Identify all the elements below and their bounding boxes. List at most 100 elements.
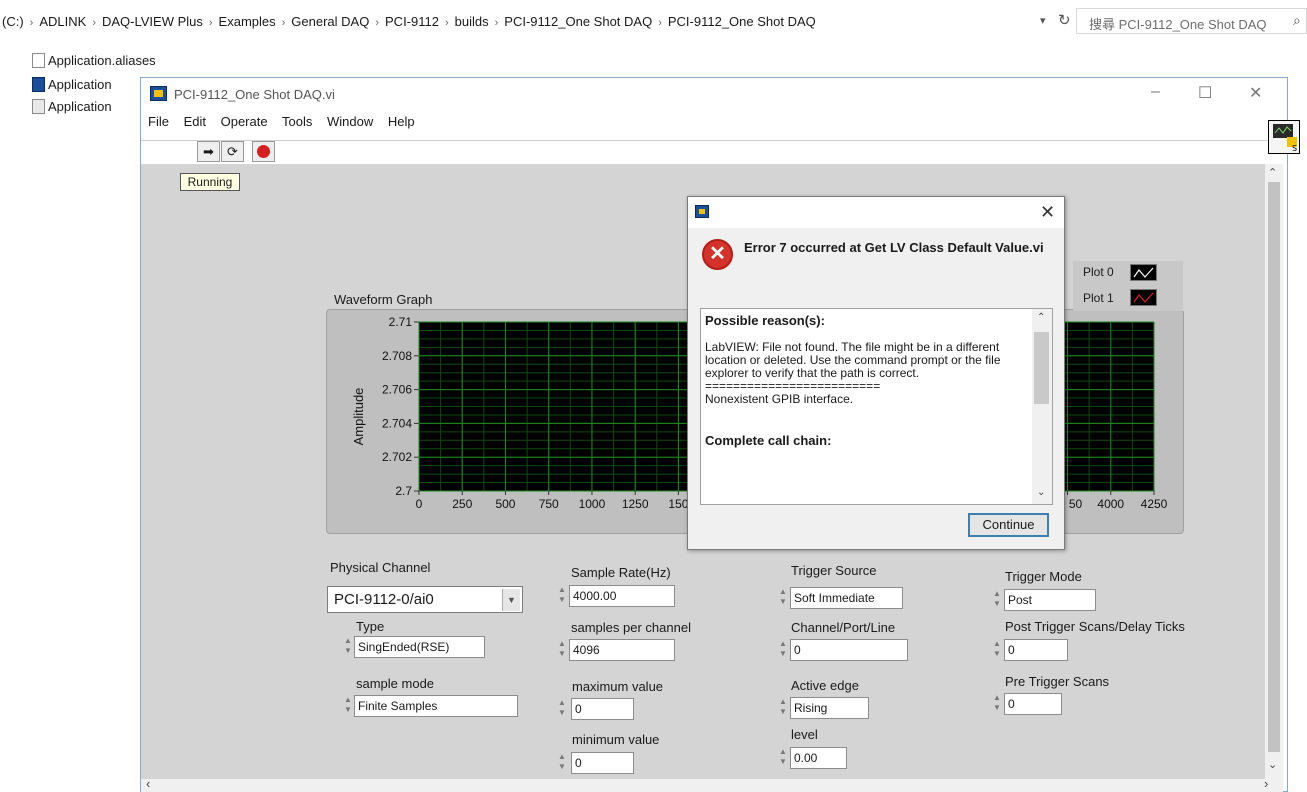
samples-per-channel-input[interactable]: 4096 bbox=[569, 639, 675, 661]
level-input[interactable]: 0.00 bbox=[790, 747, 847, 769]
breadcrumb-item[interactable]: PCI-9112_One Shot DAQ bbox=[668, 14, 816, 29]
scroll-down-icon[interactable]: ⌄ bbox=[1268, 758, 1277, 771]
y-axis-label: Amplitude bbox=[351, 388, 366, 446]
chevron-right-icon: › bbox=[92, 17, 96, 29]
y-tick-label: 2.706 bbox=[382, 383, 412, 397]
scroll-left-icon[interactable]: ‹ bbox=[146, 776, 150, 791]
scrollbar-thumb[interactable] bbox=[1034, 332, 1049, 404]
menu-window[interactable]: Window bbox=[327, 114, 373, 129]
maximize-icon[interactable]: ☐ bbox=[1198, 83, 1212, 103]
maximum-value-label: maximum value bbox=[572, 679, 664, 694]
search-icon[interactable]: ⌕ bbox=[1293, 12, 1301, 29]
pre-trigger-input[interactable]: 0 bbox=[1004, 693, 1062, 715]
chevron-right-icon: › bbox=[494, 17, 499, 29]
error-icon: ✕ bbox=[702, 239, 733, 270]
abort-icon[interactable] bbox=[252, 141, 275, 162]
breadcrumb-item[interactable]: DAQ-LVIEW Plus bbox=[102, 14, 203, 29]
channel-port-line-stepper-icon[interactable]: ▲ ▼ bbox=[778, 639, 788, 661]
close-icon[interactable]: ✕ bbox=[1249, 83, 1262, 103]
legend-label-plot1: Plot 1 bbox=[1083, 291, 1114, 305]
post-trigger-input[interactable]: 0 bbox=[1004, 639, 1068, 661]
call-chain-heading: Complete call chain: bbox=[705, 433, 832, 448]
scroll-up-icon[interactable]: ⌃ bbox=[1037, 312, 1045, 323]
file-item[interactable]: Application bbox=[32, 99, 112, 114]
labview-vi-icon bbox=[695, 205, 709, 218]
type-stepper-icon[interactable]: ▲ ▼ bbox=[343, 636, 353, 658]
horizontal-scrollbar[interactable] bbox=[141, 779, 1283, 792]
y-tick-label: 2.704 bbox=[382, 416, 412, 430]
scroll-down-icon[interactable]: ⌄ bbox=[1037, 487, 1045, 498]
scrollbar-thumb[interactable] bbox=[1268, 182, 1280, 752]
minimum-value-stepper-icon[interactable]: ▲ ▼ bbox=[557, 752, 567, 774]
chevron-down-icon[interactable]: ▼ bbox=[502, 589, 520, 611]
samples-per-channel-stepper-icon[interactable]: ▲ ▼ bbox=[557, 639, 567, 661]
channel-port-line-input[interactable]: 0 bbox=[790, 639, 908, 661]
reason-content: Possible reason(s): LabVIEW: File not fo… bbox=[705, 314, 1033, 447]
breadcrumb-item[interactable]: (C:) bbox=[2, 14, 24, 29]
toolbar-divider bbox=[141, 140, 1269, 141]
sample-rate-input[interactable]: 4000.00 bbox=[569, 585, 675, 607]
file-item[interactable]: Application.aliases bbox=[32, 53, 156, 68]
chevron-down-icon[interactable]: ▾ bbox=[1040, 14, 1046, 27]
legend-label-plot0: Plot 0 bbox=[1083, 265, 1114, 279]
maximum-value-input[interactable]: 0 bbox=[571, 698, 634, 720]
sample-mode-ring[interactable]: Finite Samples bbox=[354, 695, 518, 717]
file-name: Application bbox=[48, 77, 112, 92]
menu-operate[interactable]: Operate bbox=[221, 114, 268, 129]
file-item[interactable]: Application bbox=[32, 77, 112, 92]
error-title: Error 7 occurred at Get LV Class Default… bbox=[744, 240, 1044, 255]
legend-swatch-plot1[interactable] bbox=[1130, 289, 1157, 306]
type-ring[interactable]: SingEnded(RSE) bbox=[354, 636, 485, 658]
minimize-icon[interactable]: – bbox=[1151, 83, 1160, 101]
sample-rate-stepper-icon[interactable]: ▲ ▼ bbox=[557, 585, 567, 607]
menu-bar: File Edit Operate Tools Window Help bbox=[148, 114, 426, 129]
legend-swatch-plot0[interactable] bbox=[1130, 264, 1157, 281]
physical-channel-label: Physical Channel bbox=[330, 560, 431, 575]
close-icon[interactable]: ✕ bbox=[1040, 202, 1055, 223]
run-arrow-icon[interactable]: ➡ bbox=[197, 141, 220, 162]
menu-help[interactable]: Help bbox=[388, 114, 415, 129]
breadcrumb-item[interactable]: ADLINK bbox=[39, 14, 86, 29]
minimum-value-input[interactable]: 0 bbox=[571, 752, 634, 774]
x-tick-label: 0 bbox=[416, 497, 423, 511]
scroll-right-icon[interactable]: › bbox=[1264, 776, 1268, 791]
active-edge-ring[interactable]: Rising bbox=[790, 697, 869, 719]
continue-button[interactable]: Continue bbox=[968, 513, 1049, 537]
y-tick-label: 2.71 bbox=[389, 315, 413, 329]
dialog-titlebar[interactable] bbox=[688, 197, 1064, 228]
trigger-mode-stepper-icon[interactable]: ▲ ▼ bbox=[992, 589, 1002, 611]
trigger-mode-ring[interactable]: Post bbox=[1004, 589, 1096, 611]
physical-channel-select[interactable]: PCI-9112-0/ai0 bbox=[327, 586, 523, 613]
x-tick-label: 1000 bbox=[579, 497, 606, 511]
breadcrumb-item[interactable]: Examples bbox=[219, 14, 276, 29]
x-tick-label: 1250 bbox=[622, 497, 649, 511]
vi-connector-icon[interactable]: S bbox=[1268, 120, 1300, 154]
refresh-icon[interactable]: ↻ bbox=[1058, 11, 1071, 29]
run-continuously-icon[interactable]: ⟳ bbox=[221, 141, 244, 162]
pre-trigger-stepper-icon[interactable]: ▲ ▼ bbox=[992, 693, 1002, 715]
trigger-source-stepper-icon[interactable]: ▲ ▼ bbox=[778, 587, 788, 609]
post-trigger-stepper-icon[interactable]: ▲ ▼ bbox=[992, 639, 1002, 661]
x-tick-label: 150 bbox=[668, 497, 688, 511]
breadcrumb-item[interactable]: PCI-9112 bbox=[385, 14, 439, 29]
menu-edit[interactable]: Edit bbox=[184, 114, 206, 129]
breadcrumb[interactable]: (C:) › ADLINK › DAQ-LVIEW Plus › Examples › Gene… bbox=[2, 14, 816, 29]
level-stepper-icon[interactable]: ▲ ▼ bbox=[778, 747, 788, 769]
maximum-value-stepper-icon[interactable]: ▲ ▼ bbox=[557, 698, 567, 720]
chevron-right-icon: › bbox=[29, 17, 34, 29]
breadcrumb-item[interactable]: builds bbox=[455, 14, 489, 29]
chevron-right-icon: › bbox=[375, 17, 380, 29]
menu-tools[interactable]: Tools bbox=[282, 114, 312, 129]
scroll-up-icon[interactable]: ⌃ bbox=[1268, 166, 1277, 179]
trigger-source-ring[interactable]: Soft Immediate bbox=[790, 587, 903, 609]
breadcrumb-item[interactable]: General DAQ bbox=[291, 14, 369, 29]
menu-file[interactable]: File bbox=[148, 114, 169, 129]
x-tick-label: 250 bbox=[452, 497, 472, 511]
file-name: Application bbox=[48, 99, 112, 114]
pre-trigger-label: Pre Trigger Scans bbox=[1005, 674, 1110, 689]
sample-mode-stepper-icon[interactable]: ▲ ▼ bbox=[343, 695, 353, 717]
plot-legend[interactable]: Plot 0 Plot 1 bbox=[1073, 261, 1183, 311]
active-edge-stepper-icon[interactable]: ▲ ▼ bbox=[778, 697, 788, 719]
reason-text2: Nonexistent GPIB interface. bbox=[705, 392, 854, 406]
breadcrumb-item[interactable]: PCI-9112_One Shot DAQ bbox=[504, 14, 652, 29]
